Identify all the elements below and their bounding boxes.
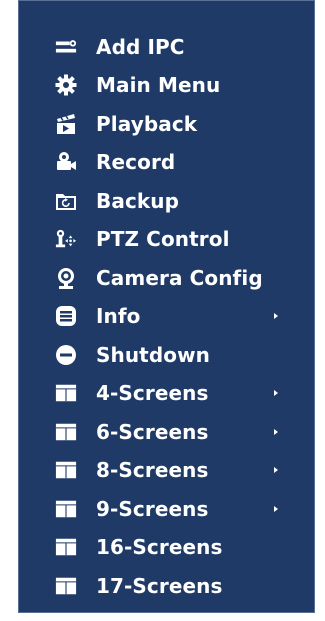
ptz-icon xyxy=(55,228,77,250)
submenu-arrow-icon xyxy=(274,312,278,319)
playback-icon xyxy=(55,113,77,135)
menu-item-label: 9-Screens xyxy=(96,496,209,521)
submenu-arrow-icon xyxy=(274,428,278,435)
submenu-arrow-icon xyxy=(274,505,278,512)
menu-item-label: Playback xyxy=(96,111,198,136)
menu-item-main-menu[interactable]: Main Menu xyxy=(19,66,314,103)
menu-item-label: Backup xyxy=(96,188,180,213)
menu-item-backup[interactable]: Backup xyxy=(19,182,314,219)
layout-icon xyxy=(55,575,77,597)
submenu-arrow-icon xyxy=(274,466,278,473)
backup-icon xyxy=(55,190,77,212)
camera-icon xyxy=(55,267,77,289)
menu-item-label: Main Menu xyxy=(96,72,221,97)
menu-item-label: PTZ Control xyxy=(96,226,230,251)
shutdown-icon xyxy=(55,344,77,366)
menu-item-info[interactable]: Info xyxy=(19,297,314,334)
layout-icon xyxy=(55,382,77,404)
menu-item-label: Shutdown xyxy=(96,342,211,367)
menu-item-ptz-control[interactable]: PTZ Control xyxy=(19,220,314,257)
gear-icon xyxy=(55,74,77,96)
layout-icon xyxy=(55,498,77,520)
layout-icon xyxy=(55,421,77,443)
menu-item-record[interactable]: Record xyxy=(19,143,314,180)
menu-item-6-screens[interactable]: 6-Screens xyxy=(19,413,314,450)
menu-item-4-screens[interactable]: 4-Screens xyxy=(19,374,314,411)
layout-icon xyxy=(55,459,77,481)
menu-item-label: Add IPC xyxy=(96,34,185,59)
menu-item-label: 6-Screens xyxy=(96,419,209,444)
menu-item-camera-config[interactable]: Camera Config xyxy=(19,259,314,296)
record-icon xyxy=(55,151,77,173)
menu-item-label: 8-Screens xyxy=(96,457,209,482)
menu-item-label: Camera Config xyxy=(96,265,263,290)
menu-item-16-screens[interactable]: 16-Screens xyxy=(19,528,314,565)
menu-item-playback[interactable]: Playback xyxy=(19,105,314,142)
info-icon xyxy=(55,305,77,327)
add-ipc-icon xyxy=(55,36,77,58)
menu-item-17-screens[interactable]: 17-Screens xyxy=(19,567,314,604)
context-menu: Add IPC Main Menu Playback Record Backup… xyxy=(18,0,315,613)
menu-item-shutdown[interactable]: Shutdown xyxy=(19,336,314,373)
menu-item-label: Record xyxy=(96,149,176,174)
submenu-arrow-icon xyxy=(274,389,278,396)
menu-item-add-ipc[interactable]: Add IPC xyxy=(19,28,314,65)
menu-item-label: Info xyxy=(96,303,141,328)
menu-item-label: 16-Screens xyxy=(96,534,223,559)
menu-item-label: 17-Screens xyxy=(96,573,223,598)
menu-item-label: 4-Screens xyxy=(96,380,209,405)
menu-item-9-screens[interactable]: 9-Screens xyxy=(19,490,314,527)
layout-icon xyxy=(55,536,77,558)
menu-item-8-screens[interactable]: 8-Screens xyxy=(19,451,314,488)
